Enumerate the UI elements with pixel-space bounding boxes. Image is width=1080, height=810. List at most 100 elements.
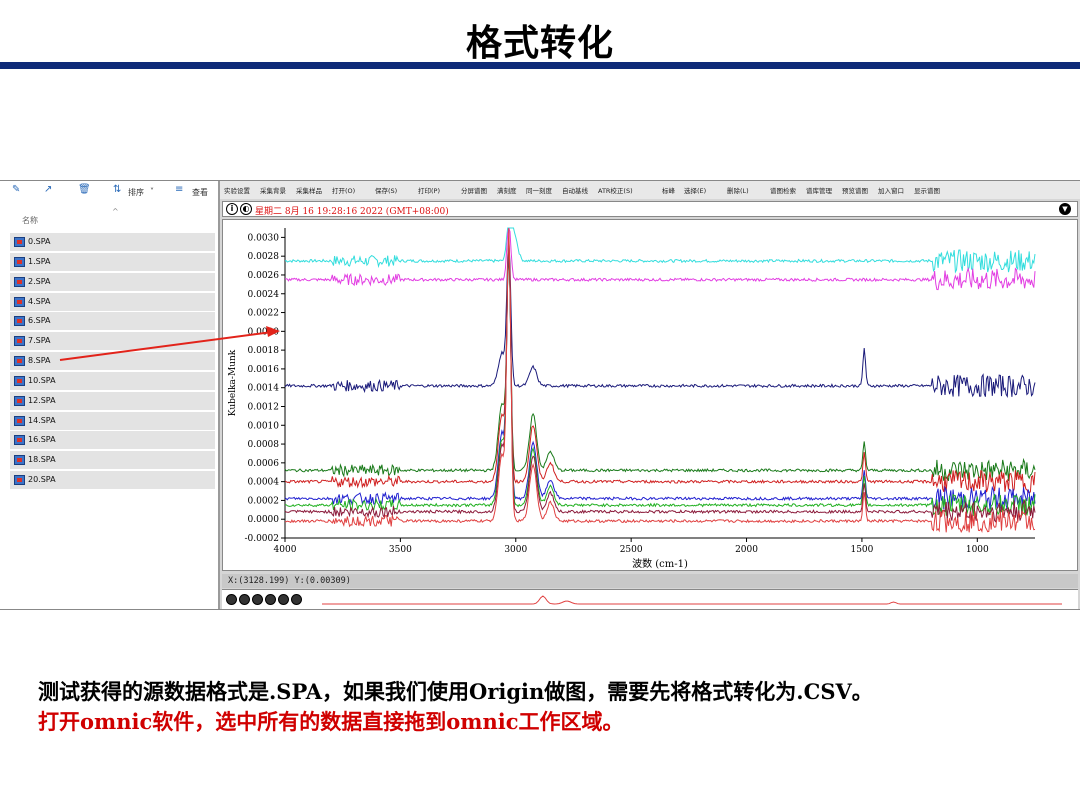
series-line-3[interactable] — [284, 253, 1036, 481]
file-row[interactable]: 4.SPA — [10, 292, 215, 311]
file-row[interactable]: 1.SPA — [10, 252, 215, 271]
file-name: 0.SPA — [28, 237, 51, 246]
toolbar-button[interactable]: 删除(L) — [727, 185, 749, 195]
toolbar-button[interactable]: 满刻度 — [497, 185, 517, 195]
file-row[interactable]: 20.SPA — [10, 471, 215, 490]
toolbar-button[interactable]: 预览谱图 — [842, 185, 868, 195]
x-axis-label: 波数 (cm-1) — [632, 557, 688, 570]
info-icon[interactable]: i — [226, 203, 238, 215]
series-line-2[interactable] — [284, 239, 1036, 399]
file-row[interactable]: 8.SPA — [10, 352, 215, 371]
collection-time: 星期二 8月 16 19:28:16 2022 (GMT+08:00) — [255, 207, 449, 217]
column-header-name[interactable]: 名称 — [22, 215, 38, 226]
x-tick-label: 4000 — [274, 545, 297, 555]
toolbar-button[interactable]: 分屏谱图 — [461, 185, 487, 195]
y-tick-label: -0.0002 — [244, 534, 279, 544]
series-line-8[interactable] — [285, 228, 1036, 533]
y-tick-label: 0.0028 — [248, 252, 280, 262]
y-tick-label: 0.0016 — [248, 365, 280, 375]
x-tick-label: 3000 — [504, 545, 527, 555]
peak-area-tool-icon[interactable] — [265, 594, 276, 605]
select-tool-icon[interactable] — [226, 594, 237, 605]
y-tick-label: 0.0002 — [248, 496, 280, 506]
toolbar-button[interactable]: 加入窗口 — [878, 185, 904, 195]
x-tick-label: 2500 — [620, 545, 643, 555]
toolbar-button[interactable]: ATR校正(S) — [598, 185, 633, 195]
caption-line-1: 测试获得的源数据格式是.SPA，如果我们使用Origin做图，需要先将格式转化为… — [38, 679, 873, 704]
x-tick-label: 1000 — [966, 545, 989, 555]
y-tick-label: 0.0012 — [248, 402, 280, 412]
y-axis-label: Kubelka-Munk — [228, 349, 238, 416]
toolbar-button[interactable]: 同一刻度 — [526, 185, 552, 195]
file-name: 2.SPA — [28, 276, 51, 286]
toolbar-button[interactable]: 打印(P) — [418, 185, 440, 195]
y-tick-label: 0.0030 — [248, 233, 280, 243]
baseline-tool-icon[interactable] — [278, 594, 289, 605]
file-name: 4.SPA — [28, 296, 51, 306]
file-row[interactable]: 18.SPA — [10, 451, 215, 470]
sort-icon[interactable]: ⇅ — [113, 184, 121, 195]
file-explorer: ✎ ↗ 🗑 ⇅ 排序 ˅ ≡ 查看 ^ 名称 0.SPA 1.SPA 2.SPA 4.… — [0, 181, 218, 609]
overview-bar[interactable] — [222, 589, 1078, 609]
slide-title: 格式转化 — [465, 23, 614, 64]
y-tick-label: 0.0010 — [248, 421, 280, 431]
file-row[interactable]: 12.SPA — [10, 391, 215, 410]
toolbar-button[interactable]: 谱库管理 — [806, 185, 832, 195]
toolbar-button[interactable]: 标峰 — [662, 185, 675, 195]
title-rule — [0, 62, 1080, 69]
file-row[interactable]: 10.SPA — [10, 371, 215, 390]
file-name: 10.SPA — [28, 375, 56, 385]
spectrum-info-bar: i ◐ 星期二 8月 16 19:28:16 2022 (GMT+08:00) … — [222, 201, 1078, 217]
file-name: 18.SPA — [28, 455, 56, 465]
spectrum-dropdown-icon[interactable]: ▼ — [1059, 203, 1071, 215]
delete-icon[interactable]: 🗑 — [78, 184, 91, 195]
toolbar-button[interactable]: 选择(E) — [684, 185, 706, 195]
view-button[interactable]: 查看 — [192, 187, 208, 198]
spectrum-plot-area[interactable]: 0.0030 0.0028 0.0026 0.0024 0.0022 0.0020 0.00… — [222, 219, 1078, 571]
toolbar-button[interactable]: 显示谱图 — [914, 185, 940, 195]
series-line-6[interactable] — [284, 241, 1036, 517]
file-name: 8.SPA — [28, 356, 51, 366]
toolbar-button[interactable]: 采集背景 — [260, 185, 286, 195]
file-row[interactable]: 2.SPA — [10, 272, 215, 291]
file-row[interactable]: 6.SPA — [10, 312, 215, 331]
rename-icon[interactable]: ✎ — [12, 184, 20, 195]
y-tick-label: 0.0000 — [248, 515, 280, 525]
display-options-icon[interactable]: ◐ — [240, 203, 252, 215]
sort-button[interactable]: 排序 — [128, 187, 144, 198]
y-tick-label: 0.0004 — [248, 478, 280, 488]
toolbar-button[interactable]: 自动基线 — [562, 185, 588, 195]
file-row[interactable]: 16.SPA — [10, 431, 215, 450]
file-row[interactable]: 0.SPA — [10, 233, 215, 251]
chevron-down-icon[interactable]: ˅ — [150, 187, 154, 196]
omnic-window: 实验设置 采集背景 采集样品 打开(O) 保存(S) 打印(P) 分屏谱图 满刻度 同一刻度 自动… — [218, 181, 1080, 609]
file-name: 14.SPA — [28, 415, 56, 425]
explorer-toolbar: ✎ ↗ 🗑 ⇅ 排序 ˅ ≡ 查看 — [0, 181, 218, 203]
cursor-readout: X:(3128.199) Y:(0.00309) — [228, 576, 351, 586]
region-tool-icon[interactable] — [239, 594, 250, 605]
toolbar-button[interactable]: 保存(S) — [375, 185, 397, 195]
y-tick-label: 0.0026 — [248, 271, 280, 281]
y-tick-label: 0.0024 — [248, 290, 280, 300]
spectrum-chart[interactable]: 0.0030 0.0028 0.0026 0.0024 0.0022 0.0020 0.00… — [223, 220, 1079, 572]
peak-height-tool-icon[interactable] — [252, 594, 263, 605]
spa-file-icon — [14, 435, 25, 446]
y-tick-label: 0.0018 — [248, 346, 280, 356]
spa-file-icon — [14, 336, 25, 347]
spa-file-icon — [14, 415, 25, 426]
toolbar-button[interactable]: 实验设置 — [224, 185, 250, 195]
label-tool-icon[interactable] — [291, 594, 302, 605]
series-line-4[interactable] — [284, 245, 1036, 494]
overview-spectrum — [322, 595, 1062, 605]
spa-file-icon — [14, 455, 25, 466]
toolbar-button[interactable]: 打开(O) — [332, 185, 355, 195]
toolbar-button[interactable]: 谱图检索 — [770, 185, 796, 195]
file-row[interactable]: 14.SPA — [10, 411, 215, 430]
screenshot: ✎ ↗ 🗑 ⇅ 排序 ˅ ≡ 查看 ^ 名称 0.SPA 1.SPA 2.SPA 4.… — [0, 180, 1080, 610]
y-tick-label: 0.0006 — [248, 459, 280, 469]
view-icon[interactable]: ≡ — [175, 184, 183, 195]
share-icon[interactable]: ↗ — [44, 184, 52, 195]
file-row[interactable]: 7.SPA — [10, 332, 215, 351]
series-line-0[interactable] — [284, 227, 1036, 274]
toolbar-button[interactable]: 采集样品 — [296, 185, 322, 195]
